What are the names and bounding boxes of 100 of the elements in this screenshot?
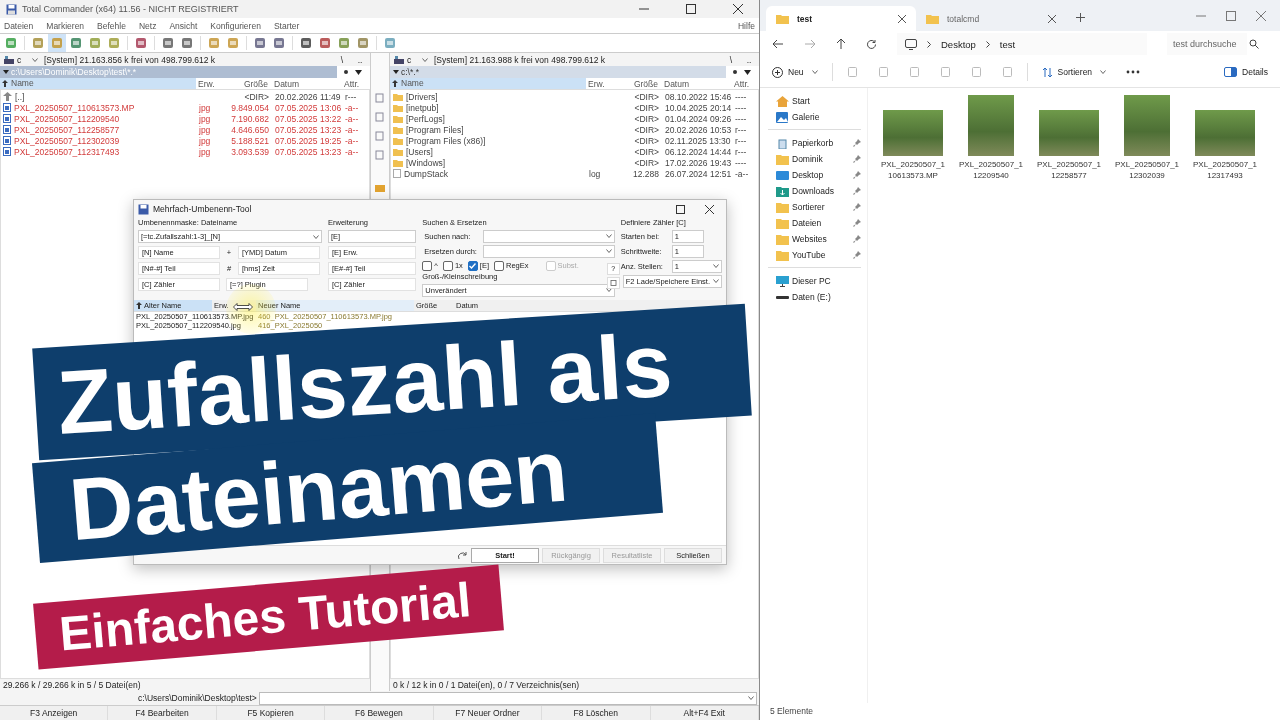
function-key-button[interactable]: Alt+F4 Exit: [650, 706, 759, 720]
column-header[interactable]: Datum: [270, 78, 342, 89]
menu-item[interactable]: Dateien: [4, 20, 34, 31]
chevron-down-icon[interactable]: [745, 696, 754, 700]
file-name[interactable]: PXL_20250507_112258577: [1036, 159, 1102, 181]
file-name[interactable]: PXL_20250507_112317493: [1192, 159, 1258, 181]
sidebar-item[interactable]: Desktop: [768, 167, 867, 183]
close-icon[interactable]: [705, 204, 714, 214]
sidebar-item[interactable]: Websites: [768, 231, 867, 247]
file-name[interactable]: PXL_20250507_112209540: [14, 113, 120, 124]
file-name[interactable]: PXL_20250507_112209540: [958, 159, 1024, 181]
file-name[interactable]: [Windows]: [406, 157, 446, 168]
chevron-down-icon[interactable]: [710, 279, 719, 283]
breadcrumb-item[interactable]: test: [999, 38, 1016, 50]
plus-circle-icon: [772, 66, 783, 78]
file-name[interactable]: [Program Files (x86)]: [406, 135, 486, 146]
sidebar-item[interactable]: Start: [768, 93, 867, 109]
file-name[interactable]: [inetpub]: [406, 102, 439, 113]
checkbox[interactable]: [422, 260, 433, 271]
column-header[interactable]: Größe: [226, 78, 270, 89]
drive-dropdown[interactable]: c: [4, 54, 38, 65]
sort-button[interactable]: Sortieren: [1041, 66, 1107, 78]
file-name[interactable]: [PerfLogs]: [406, 113, 445, 124]
file-name[interactable]: [Program Files]: [406, 124, 464, 135]
maximize-icon[interactable]: [686, 4, 696, 14]
function-key-button[interactable]: F6 Bewegen: [325, 706, 434, 720]
chevron-down-icon[interactable]: [419, 57, 428, 62]
add-tab-icon[interactable]: [1076, 13, 1085, 22]
explorer-tab[interactable]: totalcmd: [916, 6, 1066, 31]
search-field[interactable]: test durchsuche: [1167, 33, 1247, 55]
close-icon[interactable]: [898, 14, 906, 23]
file-name[interactable]: [Drivers]: [406, 91, 438, 102]
file-name[interactable]: DumpStack: [404, 168, 448, 179]
chevron-down-icon[interactable]: [29, 57, 38, 62]
dropdown-icon[interactable]: [355, 69, 362, 75]
function-key-button[interactable]: F7 Neuer Ordner: [433, 706, 543, 720]
checkbox[interactable]: [467, 260, 478, 271]
file-name[interactable]: PXL_20250507_110613573.MP: [880, 159, 946, 181]
maximize-icon[interactable]: [676, 204, 685, 214]
function-key-button[interactable]: F8 Löschen: [542, 706, 651, 720]
command-line-field[interactable]: [258, 691, 757, 705]
sidebar-item[interactable]: Dominik: [768, 151, 867, 167]
file-name[interactable]: [Users]: [406, 146, 433, 157]
checkbox[interactable]: [442, 260, 453, 271]
menu-item[interactable]: Markieren: [46, 20, 85, 31]
search-icon[interactable]: [375, 112, 385, 123]
column-header[interactable]: Name: [0, 78, 196, 89]
close-icon[interactable]: [1048, 14, 1056, 23]
column-header[interactable]: Erw.: [586, 78, 616, 89]
sidebar-item[interactable]: Dieser PC: [768, 273, 867, 289]
sidebar-item[interactable]: Downloads: [768, 183, 867, 199]
menu-item[interactable]: Befehle: [97, 20, 126, 31]
back-arrow-icon[interactable]: [772, 39, 784, 49]
chevron-down-icon[interactable]: [710, 264, 719, 268]
sidebar-item[interactable]: Galerie: [768, 109, 867, 125]
redo-icon[interactable]: [458, 550, 468, 560]
sidebar-item[interactable]: Sortierer: [768, 199, 867, 215]
menu-item[interactable]: Hilfe: [738, 20, 755, 31]
function-key-button[interactable]: F5 Kopieren: [216, 706, 326, 720]
menu-item[interactable]: Starter: [273, 20, 300, 31]
drive-dropdown[interactable]: c: [394, 54, 428, 65]
column-header[interactable]: Attr.: [732, 78, 756, 89]
more-options-icon[interactable]: [1126, 70, 1141, 74]
file-name[interactable]: PXL_20250507_112302039: [14, 135, 120, 146]
dropdown-icon[interactable]: [744, 69, 751, 75]
folder-icon[interactable]: [375, 183, 385, 193]
close-icon[interactable]: [733, 4, 743, 14]
breadcrumb-item[interactable]: Desktop: [941, 38, 976, 50]
column-header[interactable]: Erw.: [196, 78, 226, 89]
checkbox[interactable]: [494, 260, 504, 271]
parent-button[interactable]: ..: [354, 54, 366, 65]
menu-item[interactable]: Netz: [138, 20, 157, 31]
forward-arrow-icon[interactable]: [804, 39, 816, 49]
column-header[interactable]: Name: [390, 78, 586, 89]
chevron-down-icon[interactable]: [310, 234, 319, 239]
column-header[interactable]: Datum: [660, 78, 732, 89]
chevron-down-icon[interactable]: [1097, 70, 1107, 74]
root-button[interactable]: \: [725, 54, 737, 65]
explorer-tab[interactable]: test: [766, 6, 916, 31]
menu-item[interactable]: Konfigurieren: [210, 20, 261, 31]
root-button[interactable]: \: [336, 54, 348, 65]
sidebar-item[interactable]: YouTube: [768, 247, 867, 263]
up-arrow-icon[interactable]: [836, 38, 846, 50]
sidebar-item[interactable]: Papierkorb: [768, 135, 867, 151]
address-bar[interactable]: Desktop test: [897, 33, 1147, 55]
menu-item[interactable]: Ansicht: [169, 20, 198, 31]
column-header[interactable]: Attr.: [342, 78, 366, 89]
file-name[interactable]: PXL_20250507_110613573.MP: [14, 102, 135, 113]
column-header[interactable]: Größe: [616, 78, 660, 89]
new-button[interactable]: Neu: [772, 66, 818, 78]
file-name[interactable]: PXL_20250507_112302039: [1114, 159, 1180, 181]
file-name[interactable]: PXL_20250507_112317493: [14, 146, 120, 157]
details-button[interactable]: Details: [1224, 67, 1268, 77]
sidebar-item[interactable]: Daten (E:): [768, 289, 867, 305]
parent-button[interactable]: ..: [743, 54, 755, 65]
function-key-button[interactable]: F3 Anzeigen: [0, 706, 109, 720]
file-name[interactable]: PXL_20250507_112258577: [14, 124, 120, 135]
file-name[interactable]: [..]: [15, 91, 25, 102]
function-key-button[interactable]: F4 Bearbeiten: [108, 706, 217, 720]
sidebar-item[interactable]: Dateien: [768, 215, 867, 231]
